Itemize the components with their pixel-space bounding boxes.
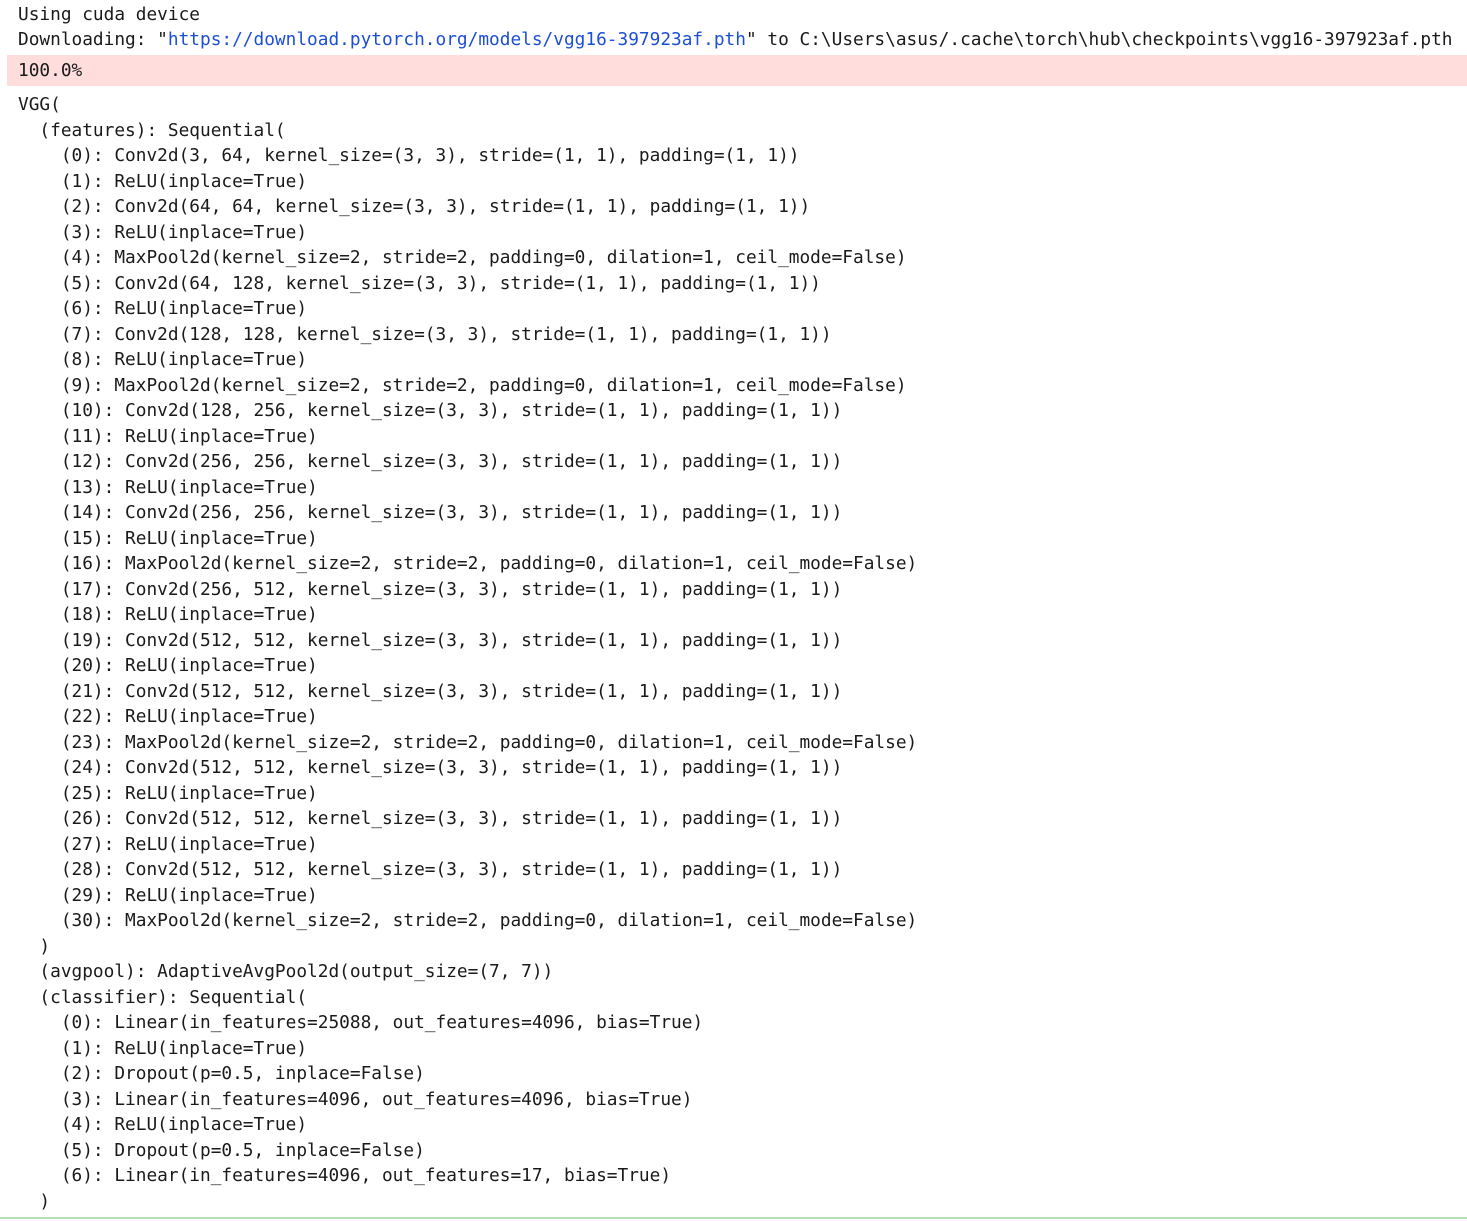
model-summary-line: (20): ReLU(inplace=True) xyxy=(18,655,318,676)
model-summary-line: (29): ReLU(inplace=True) xyxy=(18,884,318,906)
device-message: Using cuda device xyxy=(18,4,200,25)
download-destination: " to C:\Users\asus/.cache\torch\hub\chec… xyxy=(745,29,1453,50)
model-summary-line: (2): Dropout(p=0.5, inplace=False) xyxy=(18,1063,425,1084)
model-summary-line: (5): Conv2d(64, 128, kernel_size=(3, 3),… xyxy=(18,272,821,294)
model-summary-line: (23): MaxPool2d(kernel_size=2, stride=2,… xyxy=(18,731,918,753)
model-summary-line: ) xyxy=(18,935,51,957)
download-message: Downloading: "https://download.pytorch.o… xyxy=(18,27,1453,53)
model-summary-line: (1): ReLU(inplace=True) xyxy=(18,1037,308,1059)
model-summary-line: (0): Conv2d(3, 64, kernel_size=(3, 3), s… xyxy=(18,145,800,166)
model-summary-line: (17): Conv2d(256, 512, kernel_size=(3, 3… xyxy=(18,578,843,600)
model-summary-line: (19): Conv2d(512, 512, kernel_size=(3, 3… xyxy=(18,629,843,651)
model-summary-line: (28): Conv2d(512, 512, kernel_size=(3, 3… xyxy=(18,859,843,880)
model-summary-line: (12): Conv2d(256, 256, kernel_size=(3, 3… xyxy=(18,451,843,472)
output-bottom-border xyxy=(0,1217,1467,1219)
model-summary-line: (avgpool): AdaptiveAvgPool2d(output_size… xyxy=(18,961,554,982)
download-prefix: Downloading: " xyxy=(18,29,168,50)
model-summary-line: (5): Dropout(p=0.5, inplace=False) xyxy=(18,1139,425,1161)
model-summary-line: (4): ReLU(inplace=True) xyxy=(18,1114,308,1135)
model-summary-line: (25): ReLU(inplace=True) xyxy=(18,782,318,804)
model-summary-line: (18): ReLU(inplace=True) xyxy=(18,604,318,625)
model-summary-line: (3): ReLU(inplace=True) xyxy=(18,221,308,243)
model-summary-line: (24): Conv2d(512, 512, kernel_size=(3, 3… xyxy=(18,757,843,778)
model-summary-line: (9): MaxPool2d(kernel_size=2, stride=2, … xyxy=(18,374,907,396)
model-summary-line: (22): ReLU(inplace=True) xyxy=(18,706,318,727)
model-summary-line: (16): MaxPool2d(kernel_size=2, stride=2,… xyxy=(18,553,918,574)
download-url-link[interactable]: https://download.pytorch.org/models/vgg1… xyxy=(168,29,746,50)
model-summary-line: (1): ReLU(inplace=True) xyxy=(18,170,308,192)
model-summary-line: (14): Conv2d(256, 256, kernel_size=(3, 3… xyxy=(18,502,843,523)
stderr-progress-block: 100.0% xyxy=(7,55,1467,86)
model-summary-line: (8): ReLU(inplace=True) xyxy=(18,349,308,370)
model-summary-line: (6): ReLU(inplace=True) xyxy=(18,298,308,319)
model-summary-line: (4): MaxPool2d(kernel_size=2, stride=2, … xyxy=(18,247,907,268)
model-summary-line: (15): ReLU(inplace=True) xyxy=(18,527,318,549)
model-summary-line: VGG( xyxy=(18,94,61,115)
model-summary-line: (0): Linear(in_features=25088, out_featu… xyxy=(18,1012,704,1033)
model-summary-line: (features): Sequential( xyxy=(18,119,286,141)
model-summary-line: ) xyxy=(18,1190,51,1212)
model-summary-line: (21): Conv2d(512, 512, kernel_size=(3, 3… xyxy=(18,680,843,702)
cell-output-area: Using cuda device Downloading: "https://… xyxy=(0,0,1467,1221)
model-summary-line: (classifier): Sequential( xyxy=(18,986,308,1008)
model-summary-line: (30): MaxPool2d(kernel_size=2, stride=2,… xyxy=(18,910,918,931)
model-summary-line: (26): Conv2d(512, 512, kernel_size=(3, 3… xyxy=(18,808,843,829)
model-summary-line: (13): ReLU(inplace=True) xyxy=(18,476,318,498)
model-summary-line: (3): Linear(in_features=4096, out_featur… xyxy=(18,1088,693,1110)
model-summary-line: (11): ReLU(inplace=True) xyxy=(18,425,318,447)
download-progress: 100.0% xyxy=(18,60,83,81)
model-summary-line: (10): Conv2d(128, 256, kernel_size=(3, 3… xyxy=(18,400,843,421)
model-summary-line: (2): Conv2d(64, 64, kernel_size=(3, 3), … xyxy=(18,196,811,217)
model-summary-line: (6): Linear(in_features=4096, out_featur… xyxy=(18,1165,672,1186)
model-summary-line: (7): Conv2d(128, 128, kernel_size=(3, 3)… xyxy=(18,323,832,345)
model-summary-line: (27): ReLU(inplace=True) xyxy=(18,833,318,855)
